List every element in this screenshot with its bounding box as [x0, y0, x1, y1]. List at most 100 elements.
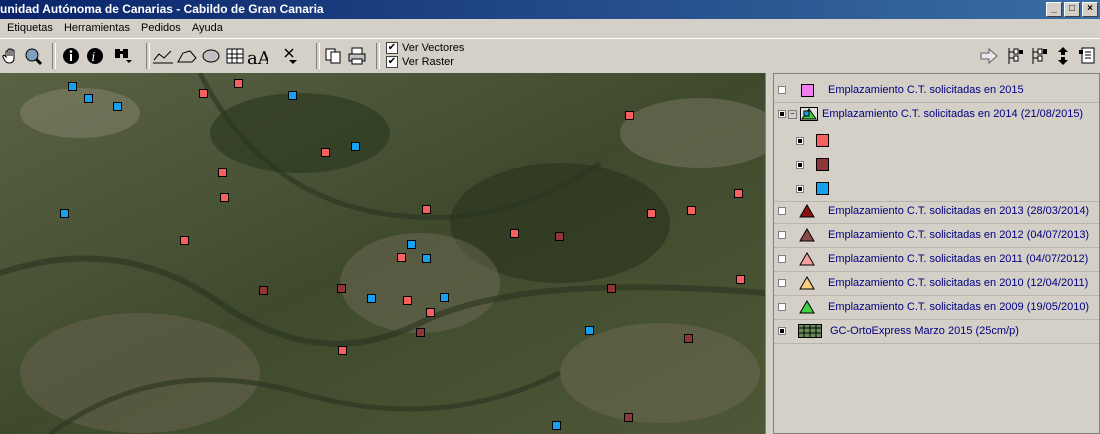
tree-expand-icon[interactable] — [1004, 45, 1026, 67]
marker-2014-red[interactable] — [687, 206, 696, 215]
marker-2014-red[interactable] — [422, 205, 431, 214]
marker-2014-red[interactable] — [647, 209, 656, 218]
marker-2014-red[interactable] — [625, 111, 634, 120]
marker-2014-blue[interactable] — [351, 142, 360, 151]
marker-2014-brown[interactable] — [416, 328, 425, 337]
layer-checkbox[interactable] — [778, 231, 786, 239]
info-icon[interactable] — [60, 45, 82, 67]
maximize-button[interactable]: □ — [1064, 2, 1080, 17]
marker-2014-blue[interactable] — [60, 209, 69, 218]
marker-2014-red[interactable] — [180, 236, 189, 245]
class-row-brown[interactable] — [774, 152, 1099, 177]
menu-ayuda[interactable]: Ayuda — [192, 22, 223, 34]
marker-2014-brown[interactable] — [555, 232, 564, 241]
info-detail-icon[interactable]: i — [84, 45, 106, 67]
arrow-right-icon[interactable] — [978, 45, 1000, 67]
layer-checkbox[interactable] — [778, 303, 786, 311]
grid-icon[interactable] — [224, 45, 246, 67]
pan-hand-icon[interactable] — [0, 45, 22, 67]
layer-checkbox[interactable] — [778, 86, 786, 94]
measure-circle-icon[interactable] — [200, 45, 222, 67]
marker-2014-blue[interactable] — [84, 94, 93, 103]
layer-label: Emplazamiento C.T. solicitadas en 2012 (… — [828, 229, 1090, 241]
svg-text:i: i — [92, 50, 96, 64]
layer-row-2011[interactable]: Emplazamiento C.T. solicitadas en 2011 (… — [774, 247, 1099, 272]
ver-vectores-checkbox[interactable]: ✔ Ver Vectores — [386, 42, 464, 54]
layer-row-2013[interactable]: Emplazamiento C.T. solicitadas en 2013 (… — [774, 199, 1099, 224]
marker-2014-brown[interactable] — [607, 284, 616, 293]
marker-2014-red[interactable] — [220, 193, 229, 202]
menu-herramientas[interactable]: Herramientas — [64, 22, 130, 34]
menu-etiquetas[interactable]: Etiquetas — [7, 22, 53, 34]
class-row-red[interactable] — [774, 128, 1099, 153]
marker-2014-blue[interactable] — [422, 254, 431, 263]
layer-row-2010[interactable]: Emplazamiento C.T. solicitadas en 2010 (… — [774, 271, 1099, 296]
print-icon[interactable] — [346, 45, 368, 67]
marker-2014-brown[interactable] — [624, 413, 633, 422]
layer-row-2009[interactable]: Emplazamiento C.T. solicitadas en 2009 (… — [774, 295, 1099, 320]
layer-row-2012[interactable]: Emplazamiento C.T. solicitadas en 2012 (… — [774, 223, 1099, 248]
measure-line-icon[interactable] — [152, 45, 174, 67]
toolbar: i aA ✔ Ver Vectores ✔ Ver Raster — [0, 38, 1100, 73]
layer-checkbox[interactable] — [778, 255, 786, 263]
class-checkbox[interactable] — [796, 160, 804, 169]
svg-text:aA: aA — [247, 48, 268, 67]
marker-2014-red[interactable] — [338, 346, 347, 355]
layer-checkbox[interactable] — [778, 327, 786, 335]
marker-2014-blue[interactable] — [68, 82, 77, 91]
marker-2014-brown[interactable] — [684, 334, 693, 343]
layer-properties-icon[interactable] — [1076, 45, 1098, 67]
close-button[interactable]: × — [1082, 2, 1098, 17]
collapse-icon[interactable]: − — [788, 109, 797, 119]
marker-2014-blue[interactable] — [113, 102, 122, 111]
class-checkbox[interactable] — [796, 136, 804, 145]
marker-2014-blue[interactable] — [440, 293, 449, 302]
marker-2014-red[interactable] — [510, 229, 519, 238]
layer-label: GC-OrtoExpress Marzo 2015 (25cm/p) — [830, 325, 1019, 337]
checkmark-icon: ✔ — [386, 56, 398, 68]
layer-row-2015[interactable]: Emplazamiento C.T. solicitadas en 2015 — [774, 78, 1099, 103]
measure-area-icon[interactable] — [176, 45, 198, 67]
marker-2014-red[interactable] — [321, 148, 330, 157]
marker-2014-blue[interactable] — [552, 421, 561, 430]
menu-pedidos[interactable]: Pedidos — [141, 22, 181, 34]
marker-2014-blue[interactable] — [288, 91, 297, 100]
triangle-icon — [798, 299, 816, 315]
ver-raster-label: Ver Raster — [402, 56, 454, 68]
layer-checkbox[interactable] — [778, 110, 786, 118]
marker-2014-brown[interactable] — [259, 286, 268, 295]
layer-label: Emplazamiento C.T. solicitadas en 2009 (… — [828, 301, 1090, 313]
marker-2014-red[interactable] — [199, 89, 208, 98]
marker-2014-blue[interactable] — [407, 240, 416, 249]
text-label-icon[interactable]: aA — [246, 45, 268, 67]
marker-2014-red[interactable] — [426, 308, 435, 317]
marker-2014-red[interactable] — [397, 253, 406, 262]
triangle-icon — [798, 251, 816, 267]
layer-checkbox[interactable] — [778, 279, 786, 287]
marker-2014-red[interactable] — [403, 296, 412, 305]
panel-splitter[interactable] — [765, 73, 773, 434]
marker-2014-blue[interactable] — [367, 294, 376, 303]
red-square-icon — [816, 134, 829, 147]
layer-row-2014[interactable]: − Emplazamiento C.T. solicitadas en 2014… — [774, 102, 1099, 126]
layer-checkbox[interactable] — [778, 207, 786, 215]
blue-square-icon — [816, 182, 829, 195]
marker-2014-red[interactable] — [736, 275, 745, 284]
marker-2014-blue[interactable] — [585, 326, 594, 335]
layer-row-ortoexpress[interactable]: GC-OrtoExpress Marzo 2015 (25cm/p) — [774, 319, 1099, 344]
map-canvas[interactable] — [0, 73, 765, 434]
raster-grid-icon — [798, 323, 822, 339]
zoom-globe-icon[interactable] — [22, 45, 44, 67]
reorder-icon[interactable] — [1052, 45, 1074, 67]
ver-raster-checkbox[interactable]: ✔ Ver Raster — [386, 56, 454, 68]
minimize-button[interactable]: _ — [1046, 2, 1062, 17]
remove-dropdown-icon[interactable] — [280, 45, 302, 67]
marker-2014-red[interactable] — [734, 189, 743, 198]
copy-icon[interactable] — [322, 45, 344, 67]
binoculars-icon[interactable] — [112, 45, 134, 67]
class-checkbox[interactable] — [796, 184, 804, 193]
marker-2014-red[interactable] — [218, 168, 227, 177]
tree-collapse-icon[interactable] — [1028, 45, 1050, 67]
marker-2014-red[interactable] — [234, 79, 243, 88]
marker-2014-brown[interactable] — [337, 284, 346, 293]
